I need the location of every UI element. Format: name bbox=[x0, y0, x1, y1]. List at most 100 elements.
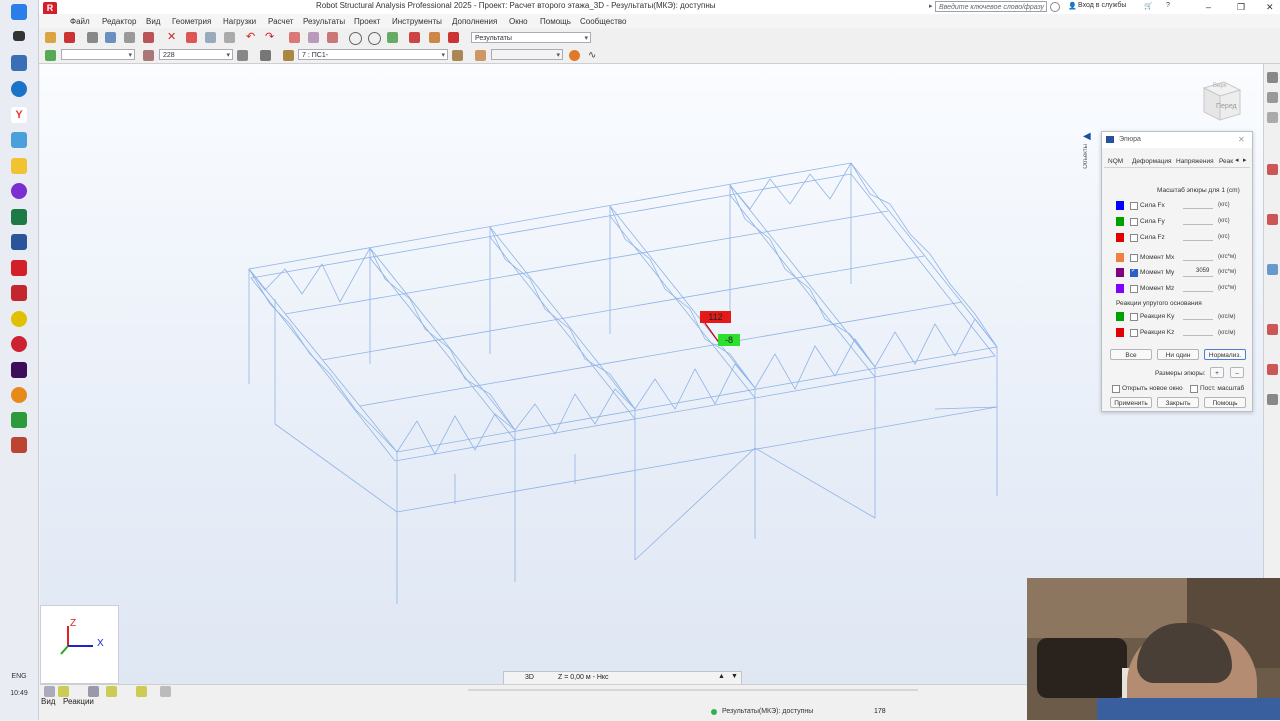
objects-side-tab[interactable]: ◀ Объекты bbox=[1083, 131, 1097, 203]
bottom-tool-icon[interactable] bbox=[106, 686, 117, 697]
browser-icon[interactable] bbox=[11, 81, 27, 97]
menu-loads[interactable]: Нагрузки bbox=[223, 17, 256, 26]
panel-close-icon[interactable]: ✕ bbox=[1238, 135, 1245, 144]
tool-d-icon[interactable] bbox=[1267, 164, 1278, 175]
tab-scroll-right-icon[interactable]: ▸ bbox=[1243, 156, 1247, 164]
autocad-icon[interactable] bbox=[11, 285, 27, 301]
close-window-button[interactable]: ✕ bbox=[1266, 2, 1274, 13]
kz-checkbox[interactable] bbox=[1130, 329, 1138, 337]
wrench-icon[interactable] bbox=[448, 32, 459, 43]
search-icon[interactable] bbox=[1050, 2, 1060, 12]
my-scale-input[interactable]: 3059 bbox=[1196, 268, 1209, 274]
menu-results[interactable]: Результаты bbox=[303, 17, 345, 26]
print-icon[interactable] bbox=[87, 32, 98, 43]
display-icon[interactable] bbox=[569, 50, 580, 61]
bottom-tool-icon[interactable] bbox=[160, 686, 171, 697]
tool-h-icon[interactable] bbox=[1267, 364, 1278, 375]
menu-tools[interactable]: Инструменты bbox=[392, 17, 442, 26]
level-down-icon[interactable]: ▼ bbox=[731, 673, 738, 680]
color-swatch[interactable] bbox=[1116, 217, 1124, 226]
screen-capture-icon[interactable] bbox=[143, 32, 154, 43]
view-mode[interactable]: 3D bbox=[525, 674, 534, 681]
menu-view[interactable]: Вид bbox=[146, 17, 160, 26]
tool-e-icon[interactable] bbox=[1267, 214, 1278, 225]
folder-icon[interactable] bbox=[11, 158, 27, 174]
app-icon[interactable] bbox=[11, 336, 27, 352]
bottom-tool-icon[interactable] bbox=[136, 686, 147, 697]
tool-icon[interactable] bbox=[11, 132, 27, 148]
bottom-tool-icon[interactable] bbox=[88, 686, 99, 697]
tool-c-icon[interactable] bbox=[1267, 112, 1278, 123]
menu-project[interactable]: Проект bbox=[354, 17, 380, 26]
all-button[interactable]: Все bbox=[1110, 349, 1152, 360]
help-icon[interactable]: ? bbox=[1166, 2, 1170, 9]
select-icon[interactable] bbox=[387, 32, 398, 43]
mx-scale-input[interactable] bbox=[1183, 260, 1213, 261]
menu-window[interactable]: Окно bbox=[509, 17, 528, 26]
node-select-icon[interactable] bbox=[45, 50, 56, 61]
copy-icon[interactable] bbox=[205, 32, 216, 43]
lock-icon[interactable] bbox=[327, 32, 338, 43]
yandex-icon[interactable]: Y bbox=[11, 107, 27, 123]
excel-icon[interactable] bbox=[11, 209, 27, 225]
undo-icon[interactable]: ↶ bbox=[246, 32, 257, 43]
menu-geometry[interactable]: Геометрия bbox=[172, 17, 211, 26]
layout-icon[interactable] bbox=[308, 32, 319, 43]
bottom-tool-icon[interactable] bbox=[58, 686, 69, 697]
windows-start-icon[interactable] bbox=[11, 4, 27, 20]
menu-community[interactable]: Сообщество bbox=[580, 17, 626, 26]
signin-link[interactable]: Вход в службы bbox=[1078, 2, 1126, 9]
bottom-tab-view[interactable]: Вид bbox=[41, 697, 55, 706]
menu-addins[interactable]: Дополнения bbox=[452, 17, 497, 26]
bar-number-field[interactable]: 228 ▾ bbox=[159, 49, 233, 60]
mz-checkbox[interactable] bbox=[1130, 285, 1138, 293]
open-icon[interactable] bbox=[64, 32, 75, 43]
mode2-icon[interactable] bbox=[475, 50, 486, 61]
zoom-page-icon[interactable] bbox=[124, 32, 135, 43]
bottom-tab-reactions[interactable]: Реакции bbox=[63, 697, 94, 706]
color-swatch[interactable] bbox=[1116, 253, 1124, 262]
fz-checkbox[interactable] bbox=[1130, 234, 1138, 242]
mz-scale-input[interactable] bbox=[1183, 291, 1213, 292]
help-button[interactable]: Помощь bbox=[1204, 397, 1246, 408]
delete-icon[interactable]: ✕ bbox=[167, 32, 178, 43]
new-icon[interactable] bbox=[45, 32, 56, 43]
ky-checkbox[interactable] bbox=[1130, 313, 1138, 321]
color-swatch[interactable] bbox=[1116, 328, 1124, 337]
desktop-icon[interactable] bbox=[13, 31, 25, 41]
menu-analysis[interactable]: Расчет bbox=[268, 17, 293, 26]
robot-2025-icon[interactable] bbox=[11, 55, 27, 71]
view-level[interactable]: Z = 0,00 м - Нкс bbox=[558, 674, 609, 681]
color-swatch[interactable] bbox=[1116, 268, 1124, 277]
cut-icon[interactable] bbox=[186, 32, 197, 43]
media-icon[interactable] bbox=[11, 183, 27, 199]
load-case-icon[interactable] bbox=[283, 50, 294, 61]
normalize-button[interactable]: Нормализ. bbox=[1204, 349, 1246, 360]
tab-reactions[interactable]: Реак bbox=[1219, 158, 1233, 165]
ky-scale-input[interactable] bbox=[1183, 319, 1213, 320]
fx-scale-input[interactable] bbox=[1183, 208, 1213, 209]
fy-scale-input[interactable] bbox=[1183, 224, 1213, 225]
cart-icon[interactable]: 🛒 bbox=[1144, 2, 1153, 10]
word-icon[interactable] bbox=[11, 234, 27, 250]
color-swatch[interactable] bbox=[1116, 233, 1124, 242]
fz-scale-input[interactable] bbox=[1183, 240, 1213, 241]
layout-dropdown[interactable]: Результаты ▾ bbox=[471, 32, 591, 43]
settings-icon[interactable] bbox=[429, 32, 440, 43]
minimize-button[interactable]: – bbox=[1206, 2, 1211, 12]
color-swatch[interactable] bbox=[1116, 201, 1124, 210]
size-plus-button[interactable]: + bbox=[1210, 367, 1224, 378]
bottom-tool-icon[interactable] bbox=[44, 686, 55, 697]
paste-icon[interactable] bbox=[224, 32, 235, 43]
selection-dropdown[interactable]: ▾ bbox=[61, 49, 135, 60]
tab-scroll-left-icon[interactable]: ◂ bbox=[1235, 156, 1239, 164]
menu-edit[interactable]: Редактор bbox=[102, 17, 136, 26]
zoom-icon[interactable] bbox=[349, 32, 362, 45]
bar-select-icon[interactable] bbox=[143, 50, 154, 61]
app-red-icon[interactable] bbox=[11, 437, 27, 453]
properties-icon[interactable] bbox=[260, 50, 271, 61]
language-indicator[interactable]: ENG bbox=[0, 673, 38, 680]
mx-checkbox[interactable] bbox=[1130, 254, 1138, 262]
zoom-window-icon[interactable] bbox=[368, 32, 381, 45]
dreamweaver-icon[interactable] bbox=[11, 362, 27, 378]
